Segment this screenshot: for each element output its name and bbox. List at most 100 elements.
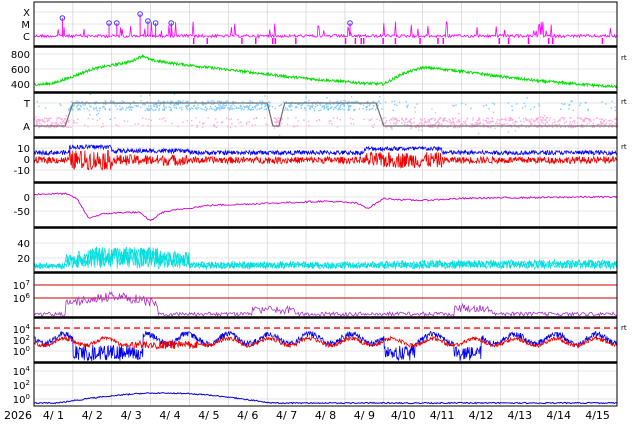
imf-sector-dot — [379, 102, 382, 105]
imf-sector-dot — [554, 123, 557, 126]
imf-sector-dot — [340, 100, 342, 102]
imf-sector-dot — [131, 109, 133, 111]
flare-tick-label: X — [23, 8, 30, 19]
x-axis-year-label: 2026 — [4, 409, 32, 422]
imf-sector-dot — [60, 104, 62, 107]
imf-sector-dot — [251, 106, 254, 108]
imf-sector-dot — [137, 105, 139, 107]
imf-sector-dot — [596, 123, 598, 125]
imf-sector-dot — [552, 122, 554, 124]
imf-sector-dot — [454, 126, 457, 129]
imf-sector-dot — [231, 108, 233, 111]
imf-sector-dot — [238, 107, 240, 109]
imf-sector-dot — [350, 96, 353, 98]
imf-sector-dot — [58, 117, 61, 119]
imf-sector-dot — [458, 119, 460, 121]
imf-sector-dot — [419, 118, 422, 120]
imf-sector-dot — [553, 118, 555, 121]
imf-sector-dot — [217, 100, 219, 103]
x-tick-label: 4/ 7 — [276, 409, 297, 422]
imf-sector-dot — [63, 119, 65, 122]
imf-sector-dot — [336, 117, 339, 119]
imf-sector-dot — [154, 105, 156, 108]
kp-tick-label: 40 — [17, 239, 30, 250]
imf-sector-dot — [153, 109, 155, 112]
imf-sector-dot — [576, 121, 579, 124]
imf-sector-dot — [502, 123, 504, 126]
imf-sector-dot — [44, 117, 46, 120]
imf-sector-dot — [261, 100, 264, 102]
imf-sector-dot — [301, 103, 304, 106]
imf-sector-dot — [276, 121, 278, 123]
imf-sector-dot — [489, 120, 491, 123]
imf-sector-dot — [182, 121, 184, 123]
imf-sector-dot — [537, 117, 539, 119]
imf-sector-dot — [213, 108, 215, 111]
imf-sector-dot — [95, 114, 98, 116]
imf-sector-dot — [40, 119, 42, 122]
imf-sector-dot — [162, 109, 164, 111]
imf-sector-dot — [281, 118, 283, 121]
imf-sector-dot — [142, 103, 144, 106]
imf-sector-dot — [406, 106, 408, 109]
sw-speed-tick-label: 400 — [11, 80, 30, 91]
imf-sector-dot — [59, 103, 61, 105]
imf-sector-dot — [413, 117, 415, 119]
imf-sector-dot — [448, 121, 451, 123]
imf-sector-dot — [229, 105, 232, 107]
imf-sector-dot — [193, 104, 196, 107]
imf-sector-dot — [121, 100, 123, 102]
imf-sector-dot — [610, 119, 612, 121]
imf-sector-dot — [410, 127, 412, 130]
imf-sector-dot — [511, 105, 513, 107]
imf-sector-dot — [598, 123, 600, 126]
imf-sector-dot — [538, 123, 541, 126]
imf-sector-dot — [607, 119, 609, 122]
imf-sector-dot — [610, 122, 612, 125]
imf-sector-dot — [235, 107, 238, 110]
imf-sector-dot — [222, 103, 225, 105]
imf-sector-dot — [204, 106, 207, 108]
imf-sector-dot — [150, 119, 153, 122]
imf-sector-dot — [144, 109, 146, 112]
imf-sector-dot — [585, 101, 587, 104]
imf-sector-dot — [147, 107, 149, 110]
imf-sector-dot — [148, 105, 150, 107]
imf-sector-dot — [90, 106, 92, 108]
imf-sector-dot — [406, 105, 408, 107]
imf-sector-dot — [35, 122, 38, 124]
imf-sector-dot — [173, 106, 176, 109]
imf-sector-dot — [542, 122, 544, 124]
imf-sector-dot — [313, 108, 315, 110]
imf-sector-dot — [37, 118, 39, 121]
imf-sector-dot — [521, 123, 523, 126]
imf-sector-dot — [79, 109, 81, 111]
imf-sector-dot — [432, 126, 434, 129]
imf-sector-dot — [119, 108, 121, 110]
imf-sector-dot — [98, 107, 101, 109]
imf-sector-dot — [420, 119, 423, 121]
imf-sector-dot — [476, 122, 478, 124]
imf-sector-dot — [271, 105, 274, 108]
imf-sector-dot — [117, 125, 120, 127]
imf-sector-dot — [280, 122, 283, 125]
imf-sector-dot — [335, 105, 337, 108]
imf-sector-dot — [516, 121, 518, 123]
imf-sector-dot — [455, 104, 457, 106]
imf-sector-dot — [151, 108, 153, 111]
side-marker: rt — [621, 98, 627, 106]
imf-sector-dot — [209, 105, 212, 108]
imf-sector-dot — [203, 122, 205, 125]
imf-sector-dot — [436, 126, 439, 129]
imf-sector-dot — [408, 120, 410, 123]
imf-sector-dot — [582, 120, 585, 122]
imf-sector-dot — [290, 109, 292, 111]
imf-sector-dot — [177, 100, 179, 103]
imf-sector-dot — [343, 109, 345, 111]
imf-sector-dot — [563, 122, 566, 124]
imf-sector-dot — [542, 117, 544, 119]
imf-sector-dot — [507, 131, 510, 133]
imf-sector-dot — [249, 108, 251, 111]
imf-sector-dot — [280, 104, 282, 106]
imf-sector-dot — [164, 120, 167, 122]
